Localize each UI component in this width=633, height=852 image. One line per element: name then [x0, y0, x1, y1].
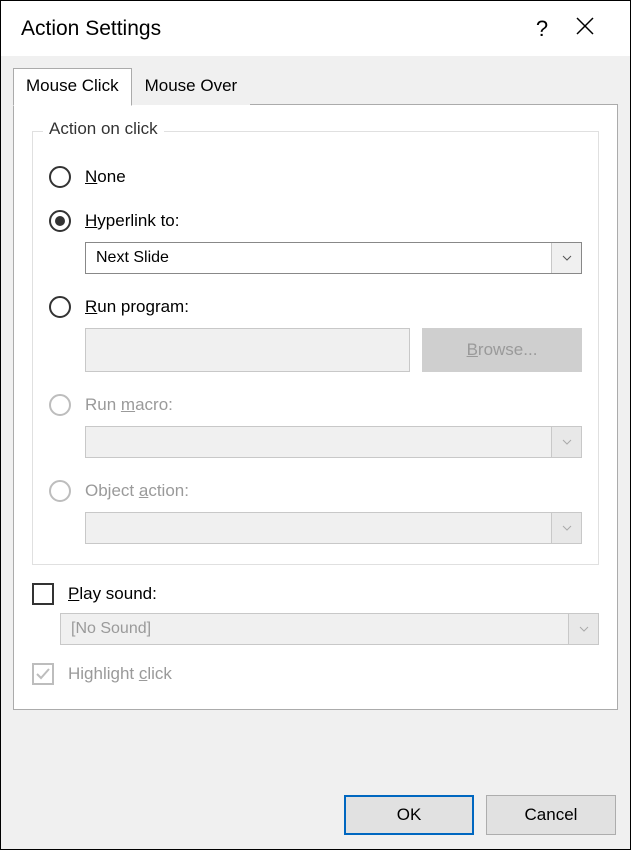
highlight-click-row: Highlight click: [32, 663, 599, 685]
fieldset-legend: Action on click: [43, 119, 164, 139]
play-sound-checkbox[interactable]: [32, 583, 54, 605]
chevron-down-icon: [551, 243, 581, 273]
highlight-click-label: Highlight click: [68, 664, 172, 684]
chevron-down-icon: [551, 513, 581, 543]
run-program-input-row: Browse...: [85, 328, 582, 372]
sound-dropdown-value: [No Sound]: [61, 620, 568, 638]
browse-button: Browse...: [422, 328, 582, 372]
radio-hyperlink[interactable]: [49, 210, 71, 232]
run-macro-dropdown: [85, 426, 582, 458]
radio-run-program[interactable]: [49, 296, 71, 318]
action-settings-dialog: Action Settings ? Mouse Click Mouse Over…: [0, 0, 631, 850]
radio-label-hyperlink: Hyperlink to:: [85, 211, 179, 231]
content-area: Mouse Click Mouse Over Action on click N…: [1, 56, 630, 849]
radio-row-run-program: Run program:: [49, 296, 582, 318]
dialog-title: Action Settings: [21, 17, 524, 41]
highlight-click-checkbox: [32, 663, 54, 685]
action-on-click-fieldset: Action on click None Hyperlink to: Next …: [32, 131, 599, 565]
play-sound-row: Play sound:: [32, 583, 599, 605]
hyperlink-dropdown[interactable]: Next Slide: [85, 242, 582, 274]
radio-label-object-action: Object action:: [85, 481, 189, 501]
dialog-footer: OK Cancel: [344, 795, 616, 835]
radio-none[interactable]: [49, 166, 71, 188]
object-action-dropdown-wrap: [85, 512, 582, 544]
object-action-dropdown: [85, 512, 582, 544]
run-program-input[interactable]: [85, 328, 410, 372]
ok-button[interactable]: OK: [344, 795, 474, 835]
tab-panel: Action on click None Hyperlink to: Next …: [13, 104, 618, 710]
close-button[interactable]: [560, 17, 610, 40]
radio-row-none: None: [49, 166, 582, 188]
run-macro-dropdown-wrap: [85, 426, 582, 458]
close-icon: [576, 17, 594, 35]
titlebar: Action Settings ?: [1, 1, 630, 56]
hyperlink-dropdown-value: Next Slide: [86, 249, 551, 267]
tab-mouse-over[interactable]: Mouse Over: [132, 68, 251, 105]
radio-row-run-macro: Run macro:: [49, 394, 582, 416]
radio-label-run-program: Run program:: [85, 297, 189, 317]
radio-row-object-action: Object action:: [49, 480, 582, 502]
radio-object-action: [49, 480, 71, 502]
hyperlink-dropdown-wrap: Next Slide: [85, 242, 582, 274]
tabs: Mouse Click Mouse Over: [13, 68, 618, 105]
radio-run-macro: [49, 394, 71, 416]
chevron-down-icon: [568, 614, 598, 644]
sound-dropdown: [No Sound]: [60, 613, 599, 645]
tab-mouse-click[interactable]: Mouse Click: [13, 68, 132, 106]
radio-label-none: None: [85, 167, 126, 187]
radio-row-hyperlink: Hyperlink to:: [49, 210, 582, 232]
sound-dropdown-wrap: [No Sound]: [60, 613, 599, 645]
play-sound-label: Play sound:: [68, 584, 157, 604]
cancel-button[interactable]: Cancel: [486, 795, 616, 835]
help-button[interactable]: ?: [524, 16, 560, 42]
radio-label-run-macro: Run macro:: [85, 395, 173, 415]
chevron-down-icon: [551, 427, 581, 457]
